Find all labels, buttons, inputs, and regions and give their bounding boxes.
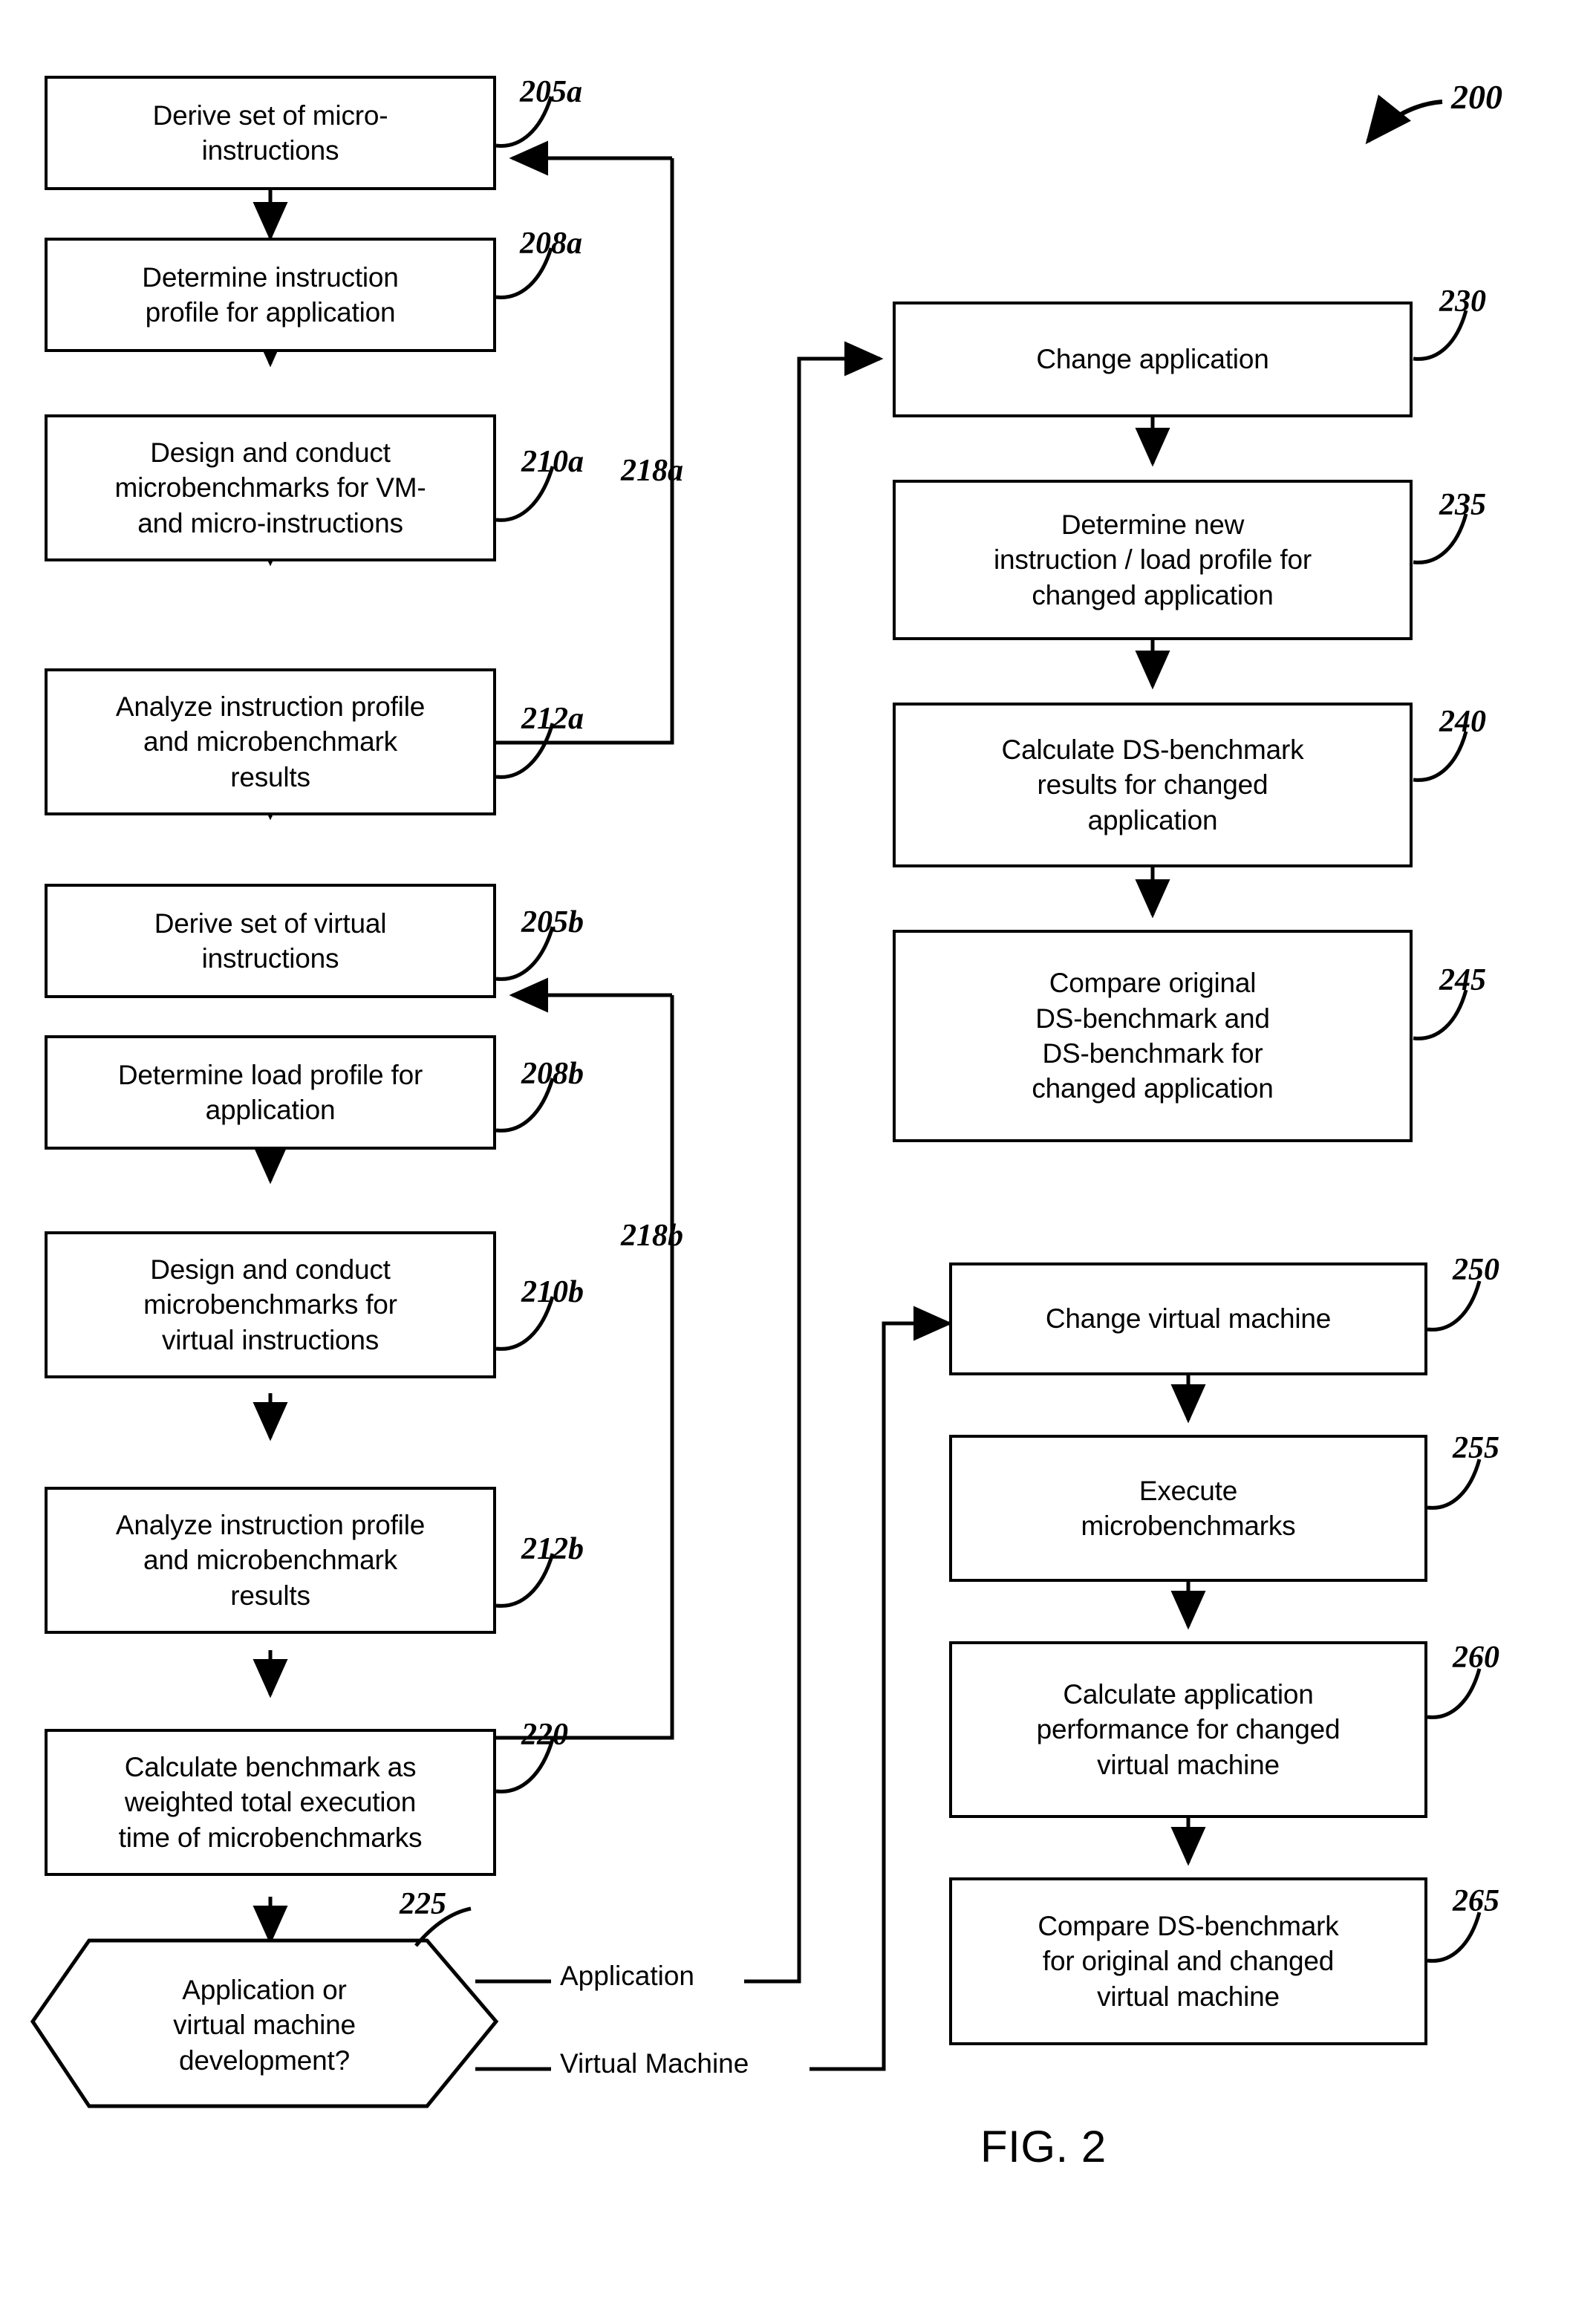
ref-number-218b: 218b [621,1219,683,1253]
vm-branch-route [810,1321,928,2071]
process-node-265[interactable]: Compare DS-benchmark for original and ch… [949,1877,1427,2045]
ref-number-225: 225 [400,1887,446,1921]
ref-number-212a: 212a [521,702,584,736]
node-label: Design and conduct microbenchmarks for v… [143,1254,397,1355]
process-node-208b[interactable]: Determine load profile for application [45,1035,496,1150]
ref-number-212b: 212b [521,1532,584,1566]
process-node-260[interactable]: Calculate application performance for ch… [949,1641,1427,1818]
ref-number-240: 240 [1439,705,1486,739]
process-node-212b[interactable]: Analyze instruction profile and microben… [45,1487,496,1634]
ref-number-260: 260 [1453,1641,1499,1675]
node-label: Analyze instruction profile and microben… [115,1509,426,1611]
process-node-205b[interactable]: Derive set of virtual instructions [45,884,496,998]
process-node-212a[interactable]: Analyze instruction profile and microben… [45,668,496,815]
feedback-loop-218b [496,995,674,1740]
ref-number-265: 265 [1453,1884,1499,1918]
ref-number-210b: 210b [521,1275,584,1309]
process-node-245[interactable]: Compare original DS-benchmark and DS-ben… [893,930,1413,1142]
node-label: Calculate DS-benchmark results for chang… [1001,734,1304,835]
figure-caption: FIG. 2 [980,2122,1107,2171]
ref-number-250: 250 [1453,1253,1499,1287]
node-label: Design and conduct microbenchmarks for V… [114,437,426,538]
node-label: Compare original DS-benchmark and DS-ben… [1032,968,1274,1104]
branch-label-virtual-machine: Virtual Machine [556,2048,754,2079]
branch-label-application: Application [556,1961,700,1992]
application-branch-route [744,356,861,1984]
ref-number-200: 200 [1451,78,1502,116]
node-label: Calculate benchmark as weighted total ex… [118,1751,423,1853]
process-node-208a[interactable]: Determine instruction profile for applic… [45,238,496,352]
node-label: Execute microbenchmarks [1081,1475,1296,1541]
node-label: Analyze instruction profile and microben… [115,691,426,792]
node-label: Compare DS-benchmark for original and ch… [1038,1910,1339,2012]
ref-number-245: 245 [1439,963,1486,997]
node-label: Calculate application performance for ch… [1036,1678,1341,1780]
ref-number-230: 230 [1439,284,1486,319]
process-node-205a[interactable]: Derive set of micro- instructions [45,76,496,190]
node-label: Change virtual machine [1045,1303,1332,1335]
node-label: Determine load profile for application [117,1059,423,1125]
node-label: Derive set of micro- instructions [152,100,388,166]
ref-number-208a: 208a [520,227,582,261]
system-ref-arrow [1365,94,1443,145]
process-node-230[interactable]: Change application [893,302,1413,417]
decision-node-225[interactable]: Application or virtual machine developme… [45,1950,484,2100]
node-label: Change application [1036,344,1269,375]
ref-number-220: 220 [521,1718,568,1752]
ref-number-235: 235 [1439,488,1486,522]
node-label: Determine instruction profile for applic… [142,261,399,328]
process-node-255[interactable]: Execute microbenchmarks [949,1435,1427,1582]
process-node-220[interactable]: Calculate benchmark as weighted total ex… [45,1729,496,1876]
ref-number-218a: 218a [621,454,683,488]
ref-number-210a: 210a [521,445,584,479]
process-node-210a[interactable]: Design and conduct microbenchmarks for V… [45,414,496,561]
patent-figure-page: Derive set of micro- instructions Determ… [0,0,1596,2297]
ref-leader-curves [414,96,555,1947]
process-node-250[interactable]: Change virtual machine [949,1262,1427,1375]
ref-number-205b: 205b [521,905,584,939]
process-node-235[interactable]: Determine new instruction / load profile… [893,480,1413,640]
process-node-240[interactable]: Calculate DS-benchmark results for chang… [893,703,1413,867]
ref-number-255: 255 [1453,1431,1499,1465]
node-label: Derive set of virtual instructions [154,908,387,974]
process-node-210b[interactable]: Design and conduct microbenchmarks for v… [45,1231,496,1378]
ref-number-208b: 208b [521,1057,584,1091]
ref-number-205a: 205a [520,75,582,109]
node-label: Application or virtual machine developme… [173,1974,356,2076]
node-label: Determine new instruction / load profile… [994,509,1312,610]
